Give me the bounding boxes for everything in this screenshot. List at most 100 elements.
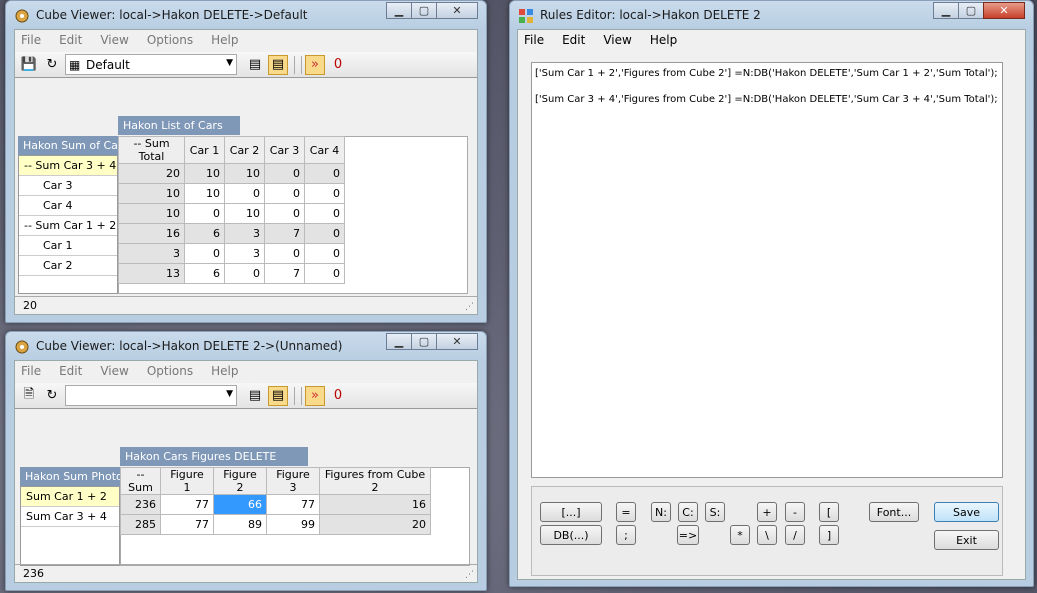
save-icon[interactable]: 💾 [19,55,39,75]
cell[interactable]: 0 [224,263,265,284]
menu-view[interactable]: View [100,364,128,378]
semicolon-button[interactable]: ; [616,525,636,545]
cell[interactable]: 10 [118,183,185,204]
recalculate-icon[interactable]: ↻ [42,55,62,75]
row-label[interactable]: Sum Car 1 + 2 [21,487,119,507]
menu-view[interactable]: View [603,33,631,47]
column-dimension-header[interactable]: Hakon Cars Figures DELETE [120,447,308,466]
resize-grip-icon[interactable]: ⋰ [465,302,474,312]
plus-button[interactable]: + [757,502,777,522]
insert-reference-button[interactable]: [...] [540,502,602,522]
cell[interactable]: 10 [224,163,265,184]
cell[interactable]: 0 [304,223,345,244]
row-label[interactable]: -- Sum Car 3 + 4 [19,156,117,176]
cell[interactable]: 0 [184,243,225,264]
calculator-icon[interactable]: ▤ [245,386,265,406]
cell[interactable]: 10 [224,203,265,224]
row-dimension-header[interactable]: Hakon Sum Photos [20,467,120,486]
column-header[interactable]: Figure 2 [213,467,267,495]
cell[interactable]: 0 [264,183,305,204]
row-dimension-header[interactable]: Hakon Sum of Cars [18,136,118,155]
cell[interactable]: 6 [184,263,225,284]
zero-suppress-icon[interactable]: 0 [328,55,348,75]
rules-text-editor[interactable]: ['Sum Car 1 + 2','Figures from Cube 2'] … [531,62,1003,478]
cell[interactable]: 20 [118,163,185,184]
cell[interactable]: 16 [118,223,185,244]
menu-view[interactable]: View [100,33,128,47]
cell[interactable]: 0 [264,243,305,264]
cell[interactable]: 3 [224,243,265,264]
cell[interactable]: 0 [184,203,225,224]
column-header[interactable]: Figure 1 [160,467,214,495]
column-header[interactable]: Car 4 [304,136,345,164]
view-select[interactable]: ▦ Default ▼ [65,54,237,75]
column-dimension-header[interactable]: Hakon List of Cars [118,116,240,135]
row-label[interactable]: Car 2 [19,256,117,276]
minus-button[interactable]: - [785,502,805,522]
cell[interactable]: 77 [266,494,320,515]
menu-edit[interactable]: Edit [562,33,585,47]
equals-button[interactable]: = [616,502,636,522]
zero-suppress-icon[interactable]: 0 [328,386,348,406]
row-label[interactable]: Sum Car 3 + 4 [21,507,119,527]
cell[interactable]: 3 [118,243,185,264]
chevron-down-icon[interactable]: ▼ [226,389,233,399]
cell[interactable]: 285 [120,514,161,535]
row-label[interactable]: Car 1 [19,236,117,256]
row-label[interactable]: Car 3 [19,176,117,196]
font-button[interactable]: Font... [869,502,919,522]
cell[interactable]: 3 [224,223,265,244]
cell[interactable]: 0 [264,163,305,184]
cell[interactable]: 236 [120,494,161,515]
column-header[interactable]: Car 3 [264,136,305,164]
column-header[interactable]: Car 1 [184,136,225,164]
title-bar[interactable]: Rules Editor: local->Hakon DELETE 2 ▁ ▢ … [510,1,1033,29]
cell[interactable]: 7 [264,223,305,244]
row-label[interactable]: -- Sum Car 1 + 2 [19,216,117,236]
minimize-button[interactable]: ▁ [386,333,412,350]
menu-edit[interactable]: Edit [59,364,82,378]
close-button[interactable]: ✕ [436,2,478,19]
multiply-button[interactable]: * [730,525,750,545]
selected-cell[interactable]: 66 [213,494,267,515]
menu-help[interactable]: Help [211,364,238,378]
minimize-button[interactable]: ▁ [933,2,959,19]
row-label[interactable]: Car 4 [19,196,117,216]
feeder-arrow-button[interactable]: => [677,525,699,545]
cell[interactable]: 77 [160,514,214,535]
column-header[interactable]: Figures from Cube 2 [319,467,431,495]
column-header[interactable]: -- Sum Total [118,136,185,164]
forward-icon[interactable]: » [305,385,325,406]
menu-file[interactable]: File [21,33,41,47]
menu-help[interactable]: Help [650,33,677,47]
db-function-button[interactable]: DB(...) [540,525,602,545]
maximize-button[interactable]: ▢ [958,2,984,19]
rules-editor-window[interactable]: Rules Editor: local->Hakon DELETE 2 ▁ ▢ … [509,0,1034,587]
cell[interactable]: 10 [118,203,185,224]
cell[interactable]: 0 [304,263,345,284]
close-button[interactable]: ✕ [983,2,1025,19]
auto-calc-icon[interactable]: ▤ [268,385,288,406]
consolidated-button[interactable]: C: [678,502,698,522]
cell[interactable]: 0 [304,203,345,224]
resize-grip-icon[interactable]: ⋰ [465,570,474,580]
cell[interactable]: 7 [264,263,305,284]
forward-icon[interactable]: » [305,54,325,75]
right-bracket-button[interactable]: ] [819,525,839,545]
menu-file[interactable]: File [21,364,41,378]
cell[interactable]: 13 [118,263,185,284]
menu-help[interactable]: Help [211,33,238,47]
save-button[interactable]: Save [934,502,999,522]
cell[interactable]: 20 [319,514,431,535]
numeric-button[interactable]: N: [651,502,671,522]
cell[interactable]: 77 [160,494,214,515]
cell[interactable]: 0 [304,163,345,184]
cell[interactable]: 0 [304,243,345,264]
exit-button[interactable]: Exit [934,530,999,550]
minimize-button[interactable]: ▁ [386,2,412,19]
cell[interactable]: 16 [319,494,431,515]
cube-viewer-window-1[interactable]: Cube Viewer: local->Hakon DELETE->Defaul… [5,0,487,323]
title-bar[interactable]: Cube Viewer: local->Hakon DELETE 2->(Unn… [6,332,486,360]
save-as-icon[interactable]: 🗎 [19,386,39,406]
backslash-button[interactable]: \ [757,525,777,545]
